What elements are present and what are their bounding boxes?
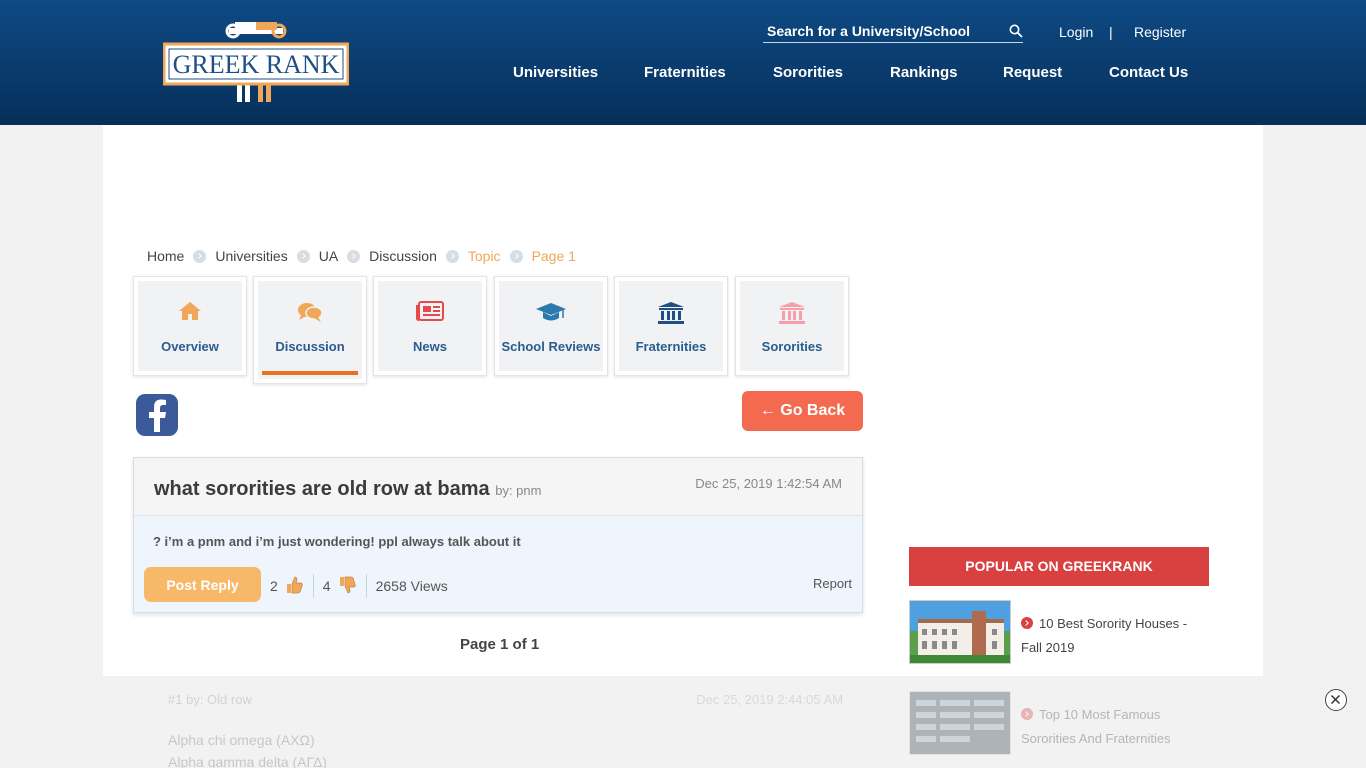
- popular-heading: POPULAR ON GREEKRANK: [909, 547, 1209, 586]
- logo-text: GREEK RANK: [173, 50, 340, 79]
- facebook-icon[interactable]: [136, 394, 178, 436]
- article-thumbnail[interactable]: [909, 691, 1011, 755]
- topic-message: ? i’m a pnm and i’m just wondering! ppl …: [153, 534, 521, 549]
- tab-label: Overview: [161, 339, 219, 354]
- popular-item-title[interactable]: Top 10 Most Famous Sororities And Frater…: [1021, 703, 1201, 751]
- chevron-right-icon: [193, 249, 207, 263]
- reply-index: #1: [168, 692, 183, 707]
- tab-label: School Reviews: [501, 339, 601, 354]
- report-link[interactable]: Report: [813, 576, 852, 591]
- chat-icon: [258, 301, 362, 328]
- active-tab-indicator: [262, 371, 358, 375]
- divider: [365, 574, 367, 598]
- topic-author[interactable]: by: pnm: [495, 483, 541, 498]
- topic-date: Dec 25, 2019 1:42:54 AM: [695, 476, 842, 491]
- chevron-right-icon: [509, 249, 523, 263]
- tab-label: Fraternities: [635, 339, 707, 354]
- chevron-right-icon: [1021, 708, 1033, 720]
- reply-line: Alpha chi omega (ΑΧΩ): [168, 732, 315, 748]
- thumbs-up-icon[interactable]: [284, 575, 304, 598]
- search-input[interactable]: [763, 21, 993, 41]
- auth-divider: |: [1109, 24, 1113, 40]
- go-back-button[interactable]: ← Go Back: [742, 391, 863, 431]
- topic-card: what sororities are old row at bama by: …: [133, 457, 863, 613]
- topic-title: what sororities are old row at bama by: …: [154, 478, 541, 501]
- breadcrumb: Home Universities UA Discussion Topic Pa…: [147, 248, 576, 264]
- chevron-right-icon: [445, 249, 459, 263]
- tab-overview[interactable]: Overview: [133, 276, 247, 376]
- reply-date: Dec 25, 2019 2:44:05 AM: [696, 692, 843, 707]
- close-icon[interactable]: [1325, 689, 1347, 711]
- reply-author[interactable]: by: Old row: [186, 692, 252, 707]
- search-bar: [763, 21, 1023, 43]
- tab-label: Sororities: [761, 339, 823, 354]
- upvote-count: 2: [270, 578, 278, 594]
- post-reply-button[interactable]: Post Reply: [144, 567, 261, 602]
- breadcrumb-home[interactable]: Home: [147, 248, 184, 264]
- site-header: GREEK RANK Login | Register Universities…: [0, 0, 1366, 125]
- register-link[interactable]: Register: [1134, 24, 1186, 40]
- login-link[interactable]: Login: [1059, 24, 1093, 40]
- chevron-right-icon: [296, 249, 310, 263]
- greek-rank-logo[interactable]: GREEK RANK: [162, 14, 350, 106]
- vote-bar: 2 4 2658 Views: [270, 574, 448, 598]
- column-building-icon: [619, 301, 723, 330]
- breadcrumb-ua[interactable]: UA: [319, 248, 338, 264]
- nav-request[interactable]: Request: [1003, 64, 1062, 81]
- column-building-icon: [740, 301, 844, 330]
- nav-contact-us[interactable]: Contact Us: [1109, 64, 1188, 81]
- breadcrumb-topic[interactable]: Topic: [468, 248, 501, 264]
- breadcrumb-page: Page 1: [531, 248, 576, 264]
- nav-sororities[interactable]: Sororities: [773, 64, 843, 81]
- nav-rankings[interactable]: Rankings: [890, 64, 958, 81]
- view-count: 2658 Views: [375, 578, 448, 594]
- tab-label: Discussion: [275, 339, 345, 354]
- topic-body: ? i’m a pnm and i’m just wondering! ppl …: [134, 516, 862, 612]
- tab-news[interactable]: News: [373, 276, 487, 376]
- reply-preview: #1 by: Old row Dec 25, 2019 2:44:05 AM A…: [148, 676, 863, 768]
- home-icon: [138, 301, 242, 326]
- tab-sororities[interactable]: Sororities: [735, 276, 849, 376]
- breadcrumb-universities[interactable]: Universities: [215, 248, 287, 264]
- chevron-right-icon: [1021, 617, 1033, 629]
- topic-title-text: what sororities are old row at bama: [154, 478, 490, 500]
- tab-label: News: [413, 339, 447, 354]
- pagination-label: Page 1 of 1: [460, 636, 540, 653]
- topic-header: what sororities are old row at bama by: …: [134, 458, 862, 516]
- popular-item-title[interactable]: 10 Best Sorority Houses - Fall 2019: [1021, 612, 1201, 660]
- newspaper-icon: [378, 301, 482, 326]
- thumbs-down-icon[interactable]: [337, 575, 357, 598]
- chevron-right-icon: [347, 249, 361, 263]
- tab-school-reviews[interactable]: School Reviews: [494, 276, 608, 376]
- nav-fraternities[interactable]: Fraternities: [644, 64, 726, 81]
- tab-discussion[interactable]: Discussion: [253, 276, 367, 384]
- reply-header: #1 by: Old row: [168, 692, 252, 707]
- article-thumbnail[interactable]: [909, 600, 1011, 664]
- search-icon[interactable]: [1009, 24, 1023, 43]
- downvote-count: 4: [322, 578, 331, 594]
- graduation-cap-icon: [499, 301, 603, 328]
- nav-universities[interactable]: Universities: [513, 64, 598, 81]
- tab-fraternities[interactable]: Fraternities: [614, 276, 728, 376]
- breadcrumb-discussion[interactable]: Discussion: [369, 248, 437, 264]
- divider: [312, 574, 314, 598]
- reply-line: Alpha gamma delta (ΑΓΔ): [168, 754, 327, 768]
